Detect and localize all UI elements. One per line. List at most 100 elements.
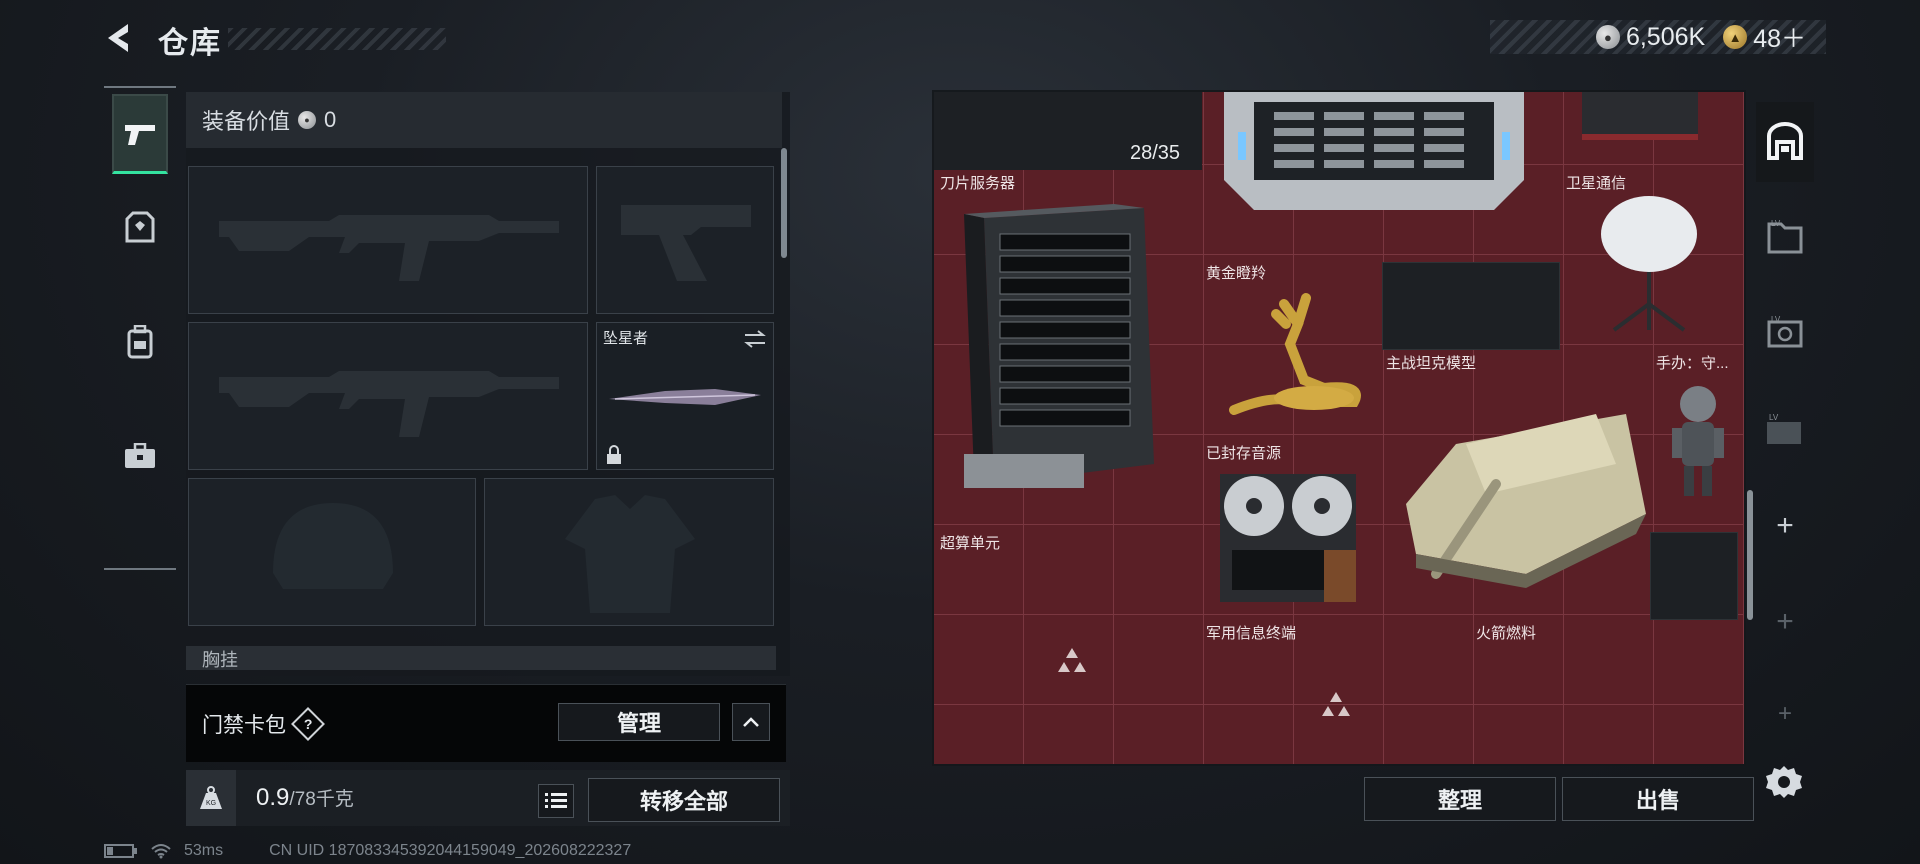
- primary-weapon-slot-2[interactable]: [188, 322, 588, 470]
- warehouse-grid[interactable]: 28/35 刀片服务器 卫星通信 黄金瞪羚 主战坦克模型 手办：守... 已封存…: [934, 92, 1744, 764]
- toolbox-icon: [125, 443, 155, 468]
- item-label-military-terminal: 军用信息终端: [1206, 625, 1297, 642]
- storage-tab-2[interactable]: LV: [1756, 196, 1814, 276]
- silver-coin-icon: ●: [1595, 25, 1620, 49]
- gold-amount: 48＋: [1753, 25, 1806, 53]
- rarity-triangle-icon: [1058, 648, 1086, 672]
- warehouse-scrollbar[interactable]: [1747, 490, 1753, 620]
- primary-weapon-slot-1[interactable]: [188, 166, 588, 314]
- svg-text:LV: LV: [1769, 413, 1779, 422]
- item-blade-server[interactable]: [954, 204, 1174, 494]
- silver-currency[interactable]: ● 6,506K: [1595, 22, 1706, 52]
- empty-cell-block: [1382, 262, 1560, 350]
- item-supercomputer[interactable]: [1054, 646, 1090, 676]
- left-nav: [104, 86, 176, 570]
- vest-silhouette-icon: [565, 495, 695, 613]
- weight-icon: KG: [186, 770, 236, 826]
- gold-coin-icon: ▲: [1723, 25, 1748, 49]
- item-label-blade-server: 刀片服务器: [940, 175, 1016, 192]
- item-military-terminal[interactable]: [1318, 690, 1354, 720]
- item-label-figure: 手办：守...: [1656, 355, 1729, 372]
- currency-bar: ● 6,506K ▲ 48＋: [1490, 20, 1826, 54]
- pistol-icon: [125, 124, 155, 145]
- item-tank-model[interactable]: [1396, 374, 1652, 594]
- right-storage-bar: LV LV LV + + +: [1756, 96, 1814, 776]
- item-satellite[interactable]: [1594, 194, 1704, 334]
- add-storage-button-locked[interactable]: +: [1756, 674, 1814, 754]
- list-icon: [545, 793, 567, 808]
- storage-tab-4[interactable]: LV: [1756, 390, 1814, 470]
- equipment-value-header: 装备价值 ● 0: [186, 92, 782, 148]
- capacity-count: 28/35: [1130, 142, 1181, 164]
- item-label-rocket-fuel: 火箭燃料: [1476, 625, 1537, 642]
- armor-icon: [125, 211, 155, 243]
- rifle-silhouette-icon: [219, 215, 559, 281]
- item-server-box[interactable]: [1224, 92, 1524, 210]
- wifi-icon: [151, 844, 171, 859]
- transfer-all-button[interactable]: 转移全部: [588, 778, 780, 822]
- weight-bar: KG 0.9/78千克 转移全部: [186, 770, 790, 826]
- body-armor-slot[interactable]: [484, 478, 774, 626]
- pistol-silhouette-icon: [621, 205, 751, 281]
- secondary-weapon-slot[interactable]: [596, 166, 774, 314]
- item-label-golden-gazelle: 黄金瞪羚: [1206, 265, 1267, 282]
- weight-readout: 0.9/78千克: [256, 784, 354, 812]
- crate-icon: LV: [1767, 413, 1801, 444]
- status-line: 53ms CN UID 1870833453920441590​49_20260…: [104, 842, 631, 860]
- storage-tab-main[interactable]: [1756, 102, 1814, 182]
- uid-text: CN UID 1870833453920441590​49_2026082223…: [269, 842, 632, 859]
- blade-server-icon: [964, 204, 1154, 488]
- ping-value: 53ms: [184, 842, 224, 859]
- equipment-value-label: 装备价值: [202, 109, 291, 134]
- reel-recorder-icon: [1220, 474, 1356, 602]
- weight-value: 0.9: [256, 784, 290, 811]
- settings-button[interactable]: [1764, 762, 1804, 802]
- gear-icon: [1766, 766, 1802, 798]
- satellite-dish-icon: [1601, 196, 1697, 332]
- helmet-silhouette-icon: [273, 503, 393, 589]
- server-box-icon: [1224, 92, 1524, 210]
- storage-box-icon: LV: [1767, 219, 1803, 254]
- nav-backpack[interactable]: [112, 302, 168, 382]
- add-storage-button-locked[interactable]: +: [1756, 582, 1814, 662]
- nav-toolbox[interactable]: [112, 416, 168, 496]
- battery-icon: [104, 844, 137, 858]
- nav-weapon[interactable]: [112, 94, 168, 174]
- gold-currency[interactable]: ▲ 48＋: [1723, 19, 1806, 55]
- item-label-supercomputer: 超算单元: [940, 535, 1001, 552]
- nav-armor[interactable]: [112, 188, 168, 268]
- silver-coin-icon: ●: [298, 111, 317, 129]
- help-icon[interactable]: ?: [291, 706, 325, 741]
- item-reel-recorder[interactable]: [1214, 464, 1364, 606]
- add-storage-button[interactable]: +: [1756, 486, 1814, 566]
- sort-button[interactable]: 整理: [1364, 777, 1556, 821]
- melee-weapon-slot[interactable]: 坠星者: [596, 322, 774, 470]
- expand-button[interactable]: [732, 703, 770, 741]
- back-button[interactable]: [100, 18, 140, 58]
- sell-button[interactable]: 出售: [1562, 777, 1754, 821]
- manage-button[interactable]: 管理: [558, 703, 720, 741]
- rifle-silhouette-icon: [219, 371, 559, 437]
- item-label-reel-recorder: 已封存音源: [1206, 445, 1282, 462]
- svg-text:LV: LV: [1771, 315, 1781, 324]
- melee-weapon-name: 坠星者: [603, 330, 649, 347]
- chevron-up-icon: [743, 717, 759, 727]
- helmet-slot[interactable]: [188, 478, 476, 626]
- swap-icon[interactable]: [743, 329, 767, 349]
- item-red-case[interactable]: [1582, 92, 1698, 140]
- svg-text:KG: KG: [206, 800, 216, 807]
- tank-model-icon: [1406, 414, 1646, 588]
- lock-icon: [607, 445, 621, 464]
- item-figure[interactable]: [1666, 382, 1730, 502]
- storage-tab-3[interactable]: LV: [1756, 292, 1814, 372]
- silver-amount: 6,506K: [1625, 22, 1706, 51]
- nav-divider-bottom: [104, 568, 176, 570]
- safe-box-icon: LV: [1767, 315, 1803, 348]
- item-label-satellite: 卫星通信: [1566, 175, 1627, 192]
- equipment-scrollbar[interactable]: [781, 148, 787, 258]
- equipment-value: 0: [324, 107, 337, 132]
- item-golden-gazelle[interactable]: [1214, 284, 1374, 424]
- chest-rig-slot-label: 胸挂: [186, 646, 776, 670]
- list-view-button[interactable]: [538, 784, 574, 818]
- item-rocket-fuel[interactable]: [1474, 644, 1650, 764]
